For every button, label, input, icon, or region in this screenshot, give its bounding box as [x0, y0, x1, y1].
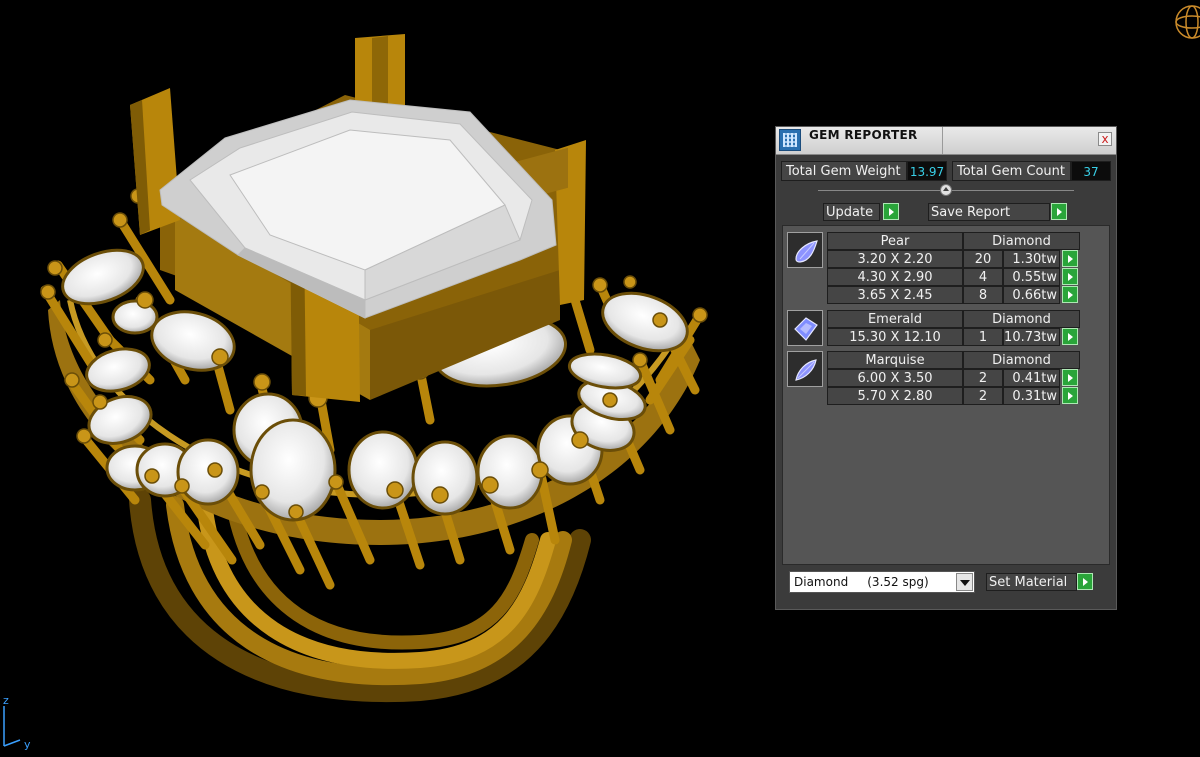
total-gem-weight-label: Total Gem Weight: [781, 161, 907, 181]
axis-y-label: y: [24, 738, 31, 751]
panel-title: GEM REPORTER: [809, 128, 918, 142]
select-gem-button[interactable]: [1062, 328, 1078, 345]
select-gem-button[interactable]: [1062, 268, 1078, 285]
gem-shape-label: Pear: [827, 232, 963, 250]
total-gem-count-value: 37: [1071, 161, 1111, 181]
chevron-down-icon[interactable]: [956, 573, 973, 591]
select-gem-button[interactable]: [1062, 250, 1078, 267]
gem-size: 3.20 X 2.20: [827, 250, 963, 268]
gem-size: 15.30 X 12.10: [827, 328, 963, 346]
gem-weight: 10.73tw: [1003, 328, 1060, 346]
select-gem-button[interactable]: [1062, 369, 1078, 386]
gem-count: 1: [963, 328, 1003, 346]
gem-reporter-icon: [779, 129, 801, 151]
gem-size: 5.70 X 2.80: [827, 387, 963, 405]
gem-count: 2: [963, 387, 1003, 405]
material-select[interactable]: Diamond (3.52 spg): [789, 571, 975, 593]
orbit-gizmo-icon[interactable]: [1175, 5, 1200, 39]
gem-size: 6.00 X 3.50: [827, 369, 963, 387]
axis-z-label: z: [3, 694, 9, 707]
set-material-button[interactable]: [1077, 573, 1093, 590]
gem-shape-label: Emerald: [827, 310, 963, 328]
save-report-button-label[interactable]: Save Report: [928, 203, 1050, 221]
panel-slider-handle[interactable]: [940, 184, 952, 196]
panel-titlebar[interactable]: GEM REPORTER x: [776, 127, 1116, 155]
gem-weight: 0.66tw: [1003, 286, 1060, 304]
gem-material-label: Diamond: [963, 232, 1080, 250]
gem-count: 4: [963, 268, 1003, 286]
save-report-button[interactable]: [1051, 203, 1067, 220]
gem-size: 4.30 X 2.90: [827, 268, 963, 286]
gem-weight: 1.30tw: [1003, 250, 1060, 268]
gem-weight: 0.31tw: [1003, 387, 1060, 405]
total-gem-weight-value: 13.97: [907, 161, 947, 181]
gem-weight: 0.41tw: [1003, 369, 1060, 387]
gem-size: 3.65 X 2.45: [827, 286, 963, 304]
gem-material-label: Diamond: [963, 310, 1080, 328]
select-gem-button[interactable]: [1062, 286, 1078, 303]
update-button-label[interactable]: Update: [823, 203, 880, 221]
update-button[interactable]: [883, 203, 899, 220]
marquise-gem-icon: [787, 351, 823, 387]
gem-reporter-panel: GEM REPORTER x Total Gem Weight 13.97 To…: [775, 126, 1117, 610]
gem-material-label: Diamond: [963, 351, 1080, 369]
gem-count: 8: [963, 286, 1003, 304]
gem-list: Pear Diamond 3.20 X 2.20 20 1.30tw 4.30 …: [782, 225, 1110, 565]
pear-gem-icon: [787, 232, 823, 268]
gem-shape-label: Marquise: [827, 351, 963, 369]
close-button[interactable]: x: [1098, 132, 1112, 146]
axis-gizmo-icon: [3, 706, 21, 747]
total-gem-count-label: Total Gem Count: [952, 161, 1071, 181]
titlebar-divider: [942, 127, 943, 154]
gem-weight: 0.55tw: [1003, 268, 1060, 286]
material-select-value: Diamond (3.52 spg): [794, 575, 929, 589]
gem-count: 20: [963, 250, 1003, 268]
emerald-gem-icon: [787, 310, 823, 346]
set-material-button-label[interactable]: Set Material: [986, 573, 1077, 591]
select-gem-button[interactable]: [1062, 387, 1078, 404]
gem-count: 2: [963, 369, 1003, 387]
